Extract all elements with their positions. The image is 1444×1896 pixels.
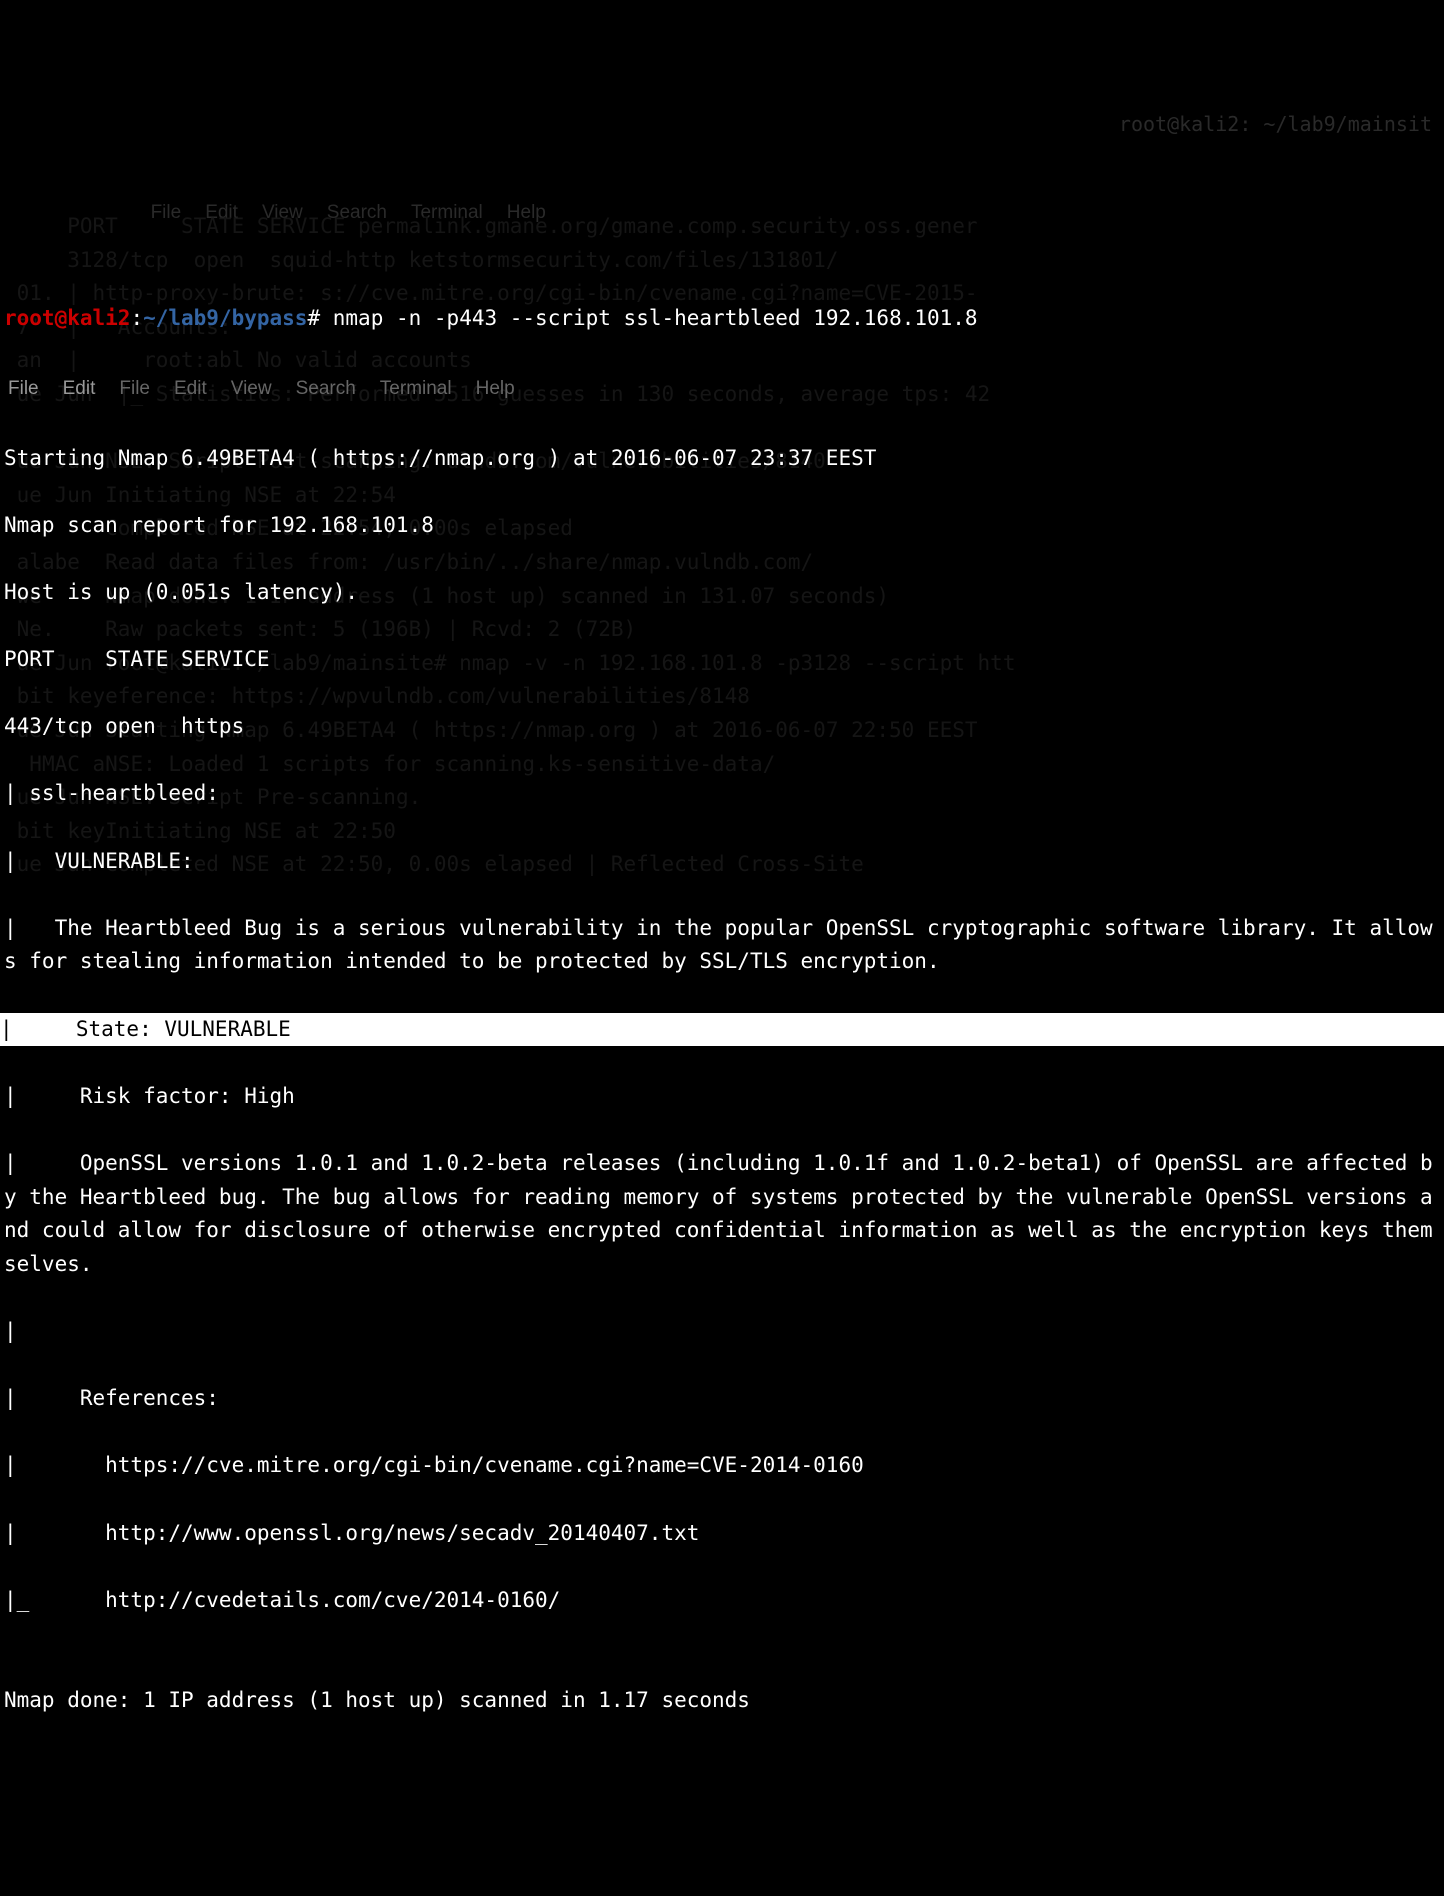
menu-help[interactable]: Help: [476, 378, 515, 399]
output-vulnerable: | VULNERABLE:: [0, 845, 1444, 879]
prompt-path: ~/lab9/bypass: [143, 306, 307, 330]
menubar: File Edit File Edit View Search Terminal Help: [0, 370, 1444, 408]
output-ref-cvedetails: |_ http://cvedetails.com/cve/2014-0160/: [0, 1584, 1444, 1618]
menu-file-2[interactable]: File: [119, 378, 150, 399]
output-description: | The Heartbleed Bug is a serious vulner…: [0, 912, 1444, 979]
output-state-highlighted: | State: VULNERABLE: [0, 1013, 1444, 1047]
output-hostup: Host is up (0.051s latency).: [0, 576, 1444, 610]
bg-menu-help: Help: [507, 202, 546, 223]
menu-view[interactable]: View: [231, 378, 272, 399]
output-port-header: PORT STATE SERVICE: [0, 643, 1444, 677]
prompt-colon: :: [130, 306, 143, 330]
output-ref-cve-mitre: | https://cve.mitre.org/cgi-bin/cvename.…: [0, 1449, 1444, 1483]
output-script-name: | ssl-heartbleed:: [0, 777, 1444, 811]
bg-menu-view: View: [262, 202, 303, 223]
bg-menu-terminal: Terminal: [411, 202, 483, 223]
prompt-hash: #: [307, 306, 320, 330]
menu-search[interactable]: Search: [296, 378, 356, 399]
menu-file[interactable]: File: [8, 378, 39, 399]
output-port-443: 443/tcp open https: [0, 710, 1444, 744]
output-versions: | OpenSSL versions 1.0.1 and 1.0.2-beta …: [0, 1147, 1444, 1281]
output-references: | References:: [0, 1382, 1444, 1416]
output-report: Nmap scan report for 192.168.101.8: [0, 509, 1444, 543]
output-pipe: |: [0, 1315, 1444, 1349]
output-ref-openssl: | http://www.openssl.org/news/secadv_201…: [0, 1517, 1444, 1551]
bg-menu-edit: Edit: [205, 202, 238, 223]
foreground-terminal[interactable]: root@kali2:~/lab9/bypass# nmap -n -p443 …: [0, 269, 1444, 1752]
background-menubar: File Edit View Search Terminal Help: [140, 168, 570, 229]
output-starting: Starting Nmap 6.49BETA4 ( https://nmap.o…: [0, 442, 1444, 476]
output-nmap-done: Nmap done: 1 IP address (1 host up) scan…: [0, 1684, 1444, 1718]
prompt-user-host: root@kali2: [4, 306, 130, 330]
menu-edit-2[interactable]: Edit: [174, 378, 207, 399]
command-text: nmap -n -p443 --script ssl-heartbleed 19…: [320, 306, 977, 330]
output-risk: | Risk factor: High: [0, 1080, 1444, 1114]
menu-edit[interactable]: Edit: [63, 378, 96, 399]
prompt-line[interactable]: root@kali2:~/lab9/bypass# nmap -n -p443 …: [0, 302, 1444, 336]
menu-terminal[interactable]: Terminal: [380, 378, 452, 399]
bg-menu-file: File: [151, 202, 182, 223]
bg-menu-search: Search: [327, 202, 387, 223]
background-window-title: root@kali2: ~/lab9/mainsit: [1119, 108, 1432, 140]
